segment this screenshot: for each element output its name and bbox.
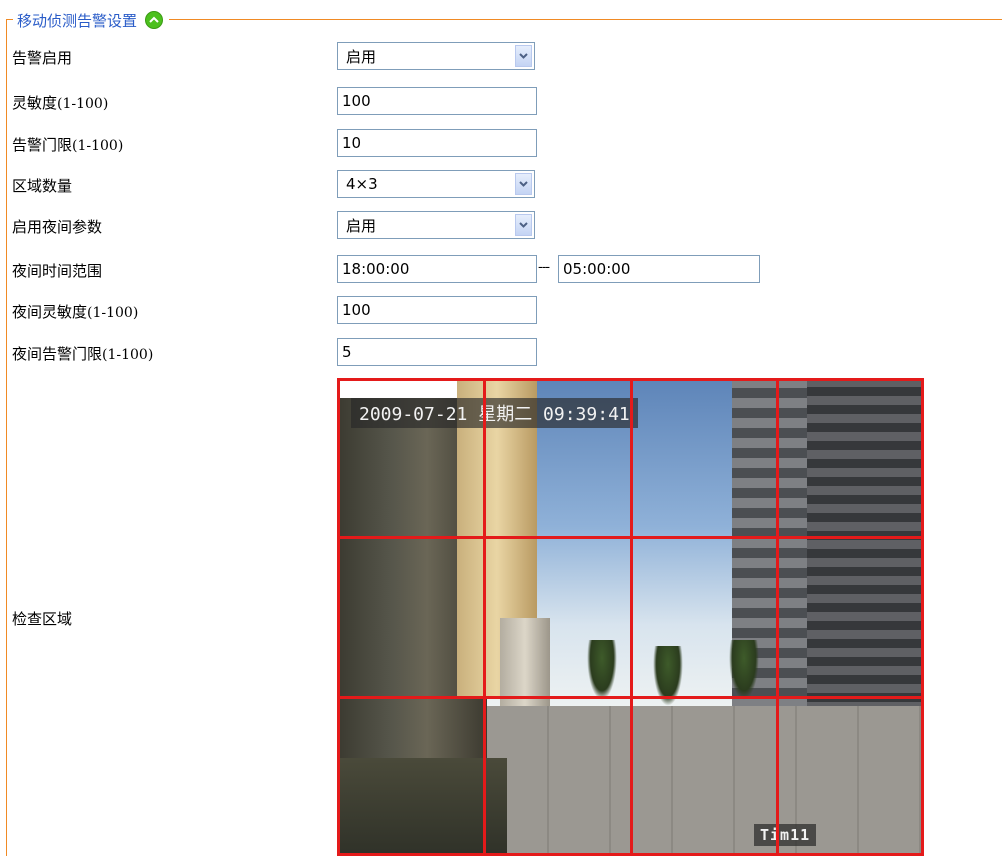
night-threshold-input[interactable] bbox=[337, 338, 537, 366]
row-night-sensitivity: 夜间灵敏度(1-100) bbox=[12, 296, 992, 326]
alarm-enable-label: 告警启用 bbox=[12, 49, 73, 67]
night-sensitivity-label-text: 夜间灵敏度 bbox=[12, 303, 88, 321]
grid-line-vertical bbox=[483, 378, 486, 856]
night-params-value: 启用 bbox=[346, 216, 377, 235]
night-sensitivity-input[interactable] bbox=[337, 296, 537, 324]
section-frame-left bbox=[6, 19, 7, 856]
alarm-enable-value: 启用 bbox=[346, 47, 377, 66]
row-alarm-enable: 告警启用 启用 bbox=[12, 42, 992, 72]
region-count-value: 4×3 bbox=[346, 175, 378, 193]
grid-line-horizontal bbox=[337, 378, 924, 381]
detection-area-label: 检查区域 bbox=[12, 610, 73, 628]
grid-line-horizontal bbox=[337, 536, 924, 539]
chevron-down-icon[interactable] bbox=[515, 45, 532, 67]
section-legend: 移动侦测告警设置 bbox=[13, 8, 170, 32]
region-count-label: 区域数量 bbox=[12, 177, 73, 195]
row-region-count: 区域数量 4×3 bbox=[12, 170, 992, 200]
chevron-up-icon[interactable] bbox=[145, 11, 164, 29]
night-params-label: 启用夜间参数 bbox=[12, 218, 103, 236]
alarm-threshold-label-text: 告警门限 bbox=[12, 136, 73, 154]
night-sensitivity-label: 夜间灵敏度(1-100) bbox=[12, 301, 138, 322]
night-threshold-label-text: 夜间告警门限 bbox=[12, 345, 103, 363]
night-params-select[interactable]: 启用 bbox=[337, 211, 535, 239]
grid-line-horizontal bbox=[337, 696, 924, 699]
row-night-threshold: 夜间告警门限(1-100) bbox=[12, 338, 992, 368]
sensitivity-label-text: 灵敏度 bbox=[12, 94, 58, 112]
row-night-time-range: 夜间时间范围 --- bbox=[12, 255, 992, 285]
sensitivity-label: 灵敏度(1-100) bbox=[12, 92, 108, 113]
range-separator: --- bbox=[538, 260, 550, 275]
chevron-down-icon[interactable] bbox=[515, 173, 532, 195]
night-threshold-label: 夜间告警门限(1-100) bbox=[12, 343, 153, 364]
sensitivity-input[interactable] bbox=[337, 87, 537, 115]
grid-line-vertical bbox=[776, 378, 779, 856]
alarm-threshold-range: (1-100) bbox=[72, 138, 124, 154]
sensitivity-range: (1-100) bbox=[57, 96, 109, 112]
chevron-down-icon[interactable] bbox=[515, 214, 532, 236]
detection-area-video[interactable]: 2009-07-21 星期二 09:39:41 Tim11 bbox=[337, 378, 924, 856]
grid-line-vertical bbox=[921, 378, 924, 856]
row-sensitivity: 灵敏度(1-100) bbox=[12, 87, 992, 117]
region-count-select[interactable]: 4×3 bbox=[337, 170, 535, 198]
alarm-threshold-label: 告警门限(1-100) bbox=[12, 134, 123, 155]
night-sensitivity-range: (1-100) bbox=[87, 305, 139, 321]
night-threshold-range: (1-100) bbox=[102, 347, 154, 363]
night-end-input[interactable] bbox=[558, 255, 760, 283]
motion-grid[interactable] bbox=[337, 378, 924, 856]
night-time-range-label: 夜间时间范围 bbox=[12, 262, 103, 280]
section-title: 移动侦测告警设置 bbox=[17, 11, 138, 30]
row-night-params: 启用夜间参数 启用 bbox=[12, 211, 992, 241]
row-alarm-threshold: 告警门限(1-100) bbox=[12, 129, 992, 159]
alarm-enable-select[interactable]: 启用 bbox=[337, 42, 535, 70]
alarm-threshold-input[interactable] bbox=[337, 129, 537, 157]
night-start-input[interactable] bbox=[337, 255, 537, 283]
grid-line-vertical bbox=[337, 378, 340, 856]
grid-line-vertical bbox=[630, 378, 633, 856]
